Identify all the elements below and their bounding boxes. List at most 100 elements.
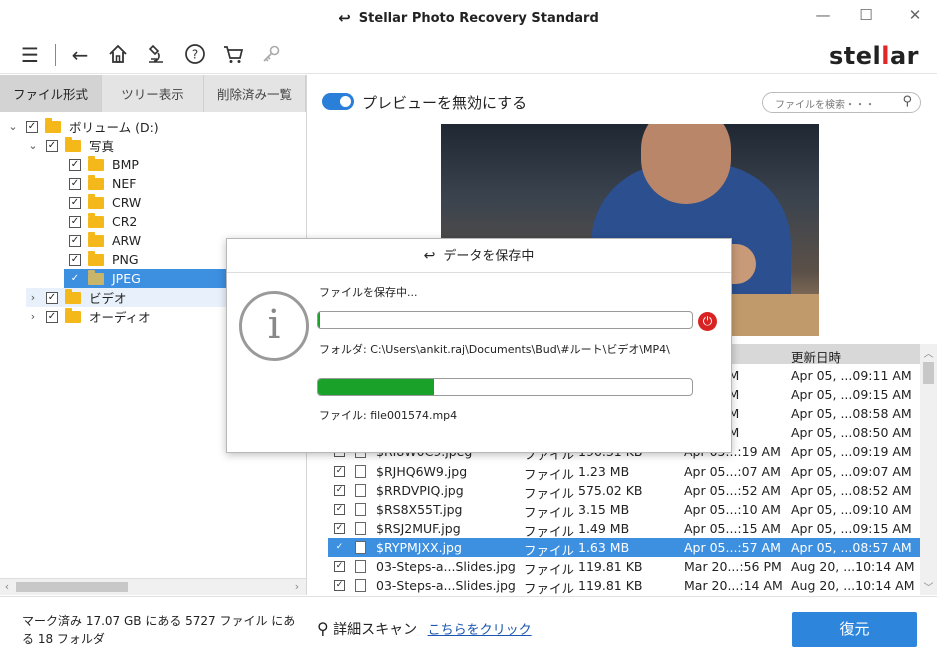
- tree-item-crw[interactable]: ✓ CRW: [69, 193, 141, 212]
- file-icon: [355, 521, 366, 535]
- tree-item-label: オーディオ: [89, 310, 151, 325]
- tree-item-video[interactable]: › ✓ ビデオ: [26, 288, 226, 307]
- window-title: ↩ Stellar Photo Recovery Standard: [0, 9, 937, 27]
- tab-deleted-list[interactable]: 削除済み一覧: [204, 75, 306, 112]
- cell-created: Apr 05...:07 AM: [684, 463, 781, 479]
- cell-size: 1.23 MB: [578, 463, 630, 479]
- deep-scan-link[interactable]: こちらをクリック: [428, 623, 532, 638]
- cell-size: 1.49 MB: [578, 520, 630, 536]
- cell-name: $RYPMJXX.jpg: [376, 539, 462, 555]
- table-row[interactable]: ✓ 03-Steps-a...Slides.jpg ファイル 119.81 KB Mar…: [328, 557, 921, 577]
- title-bar: ↩ Stellar Photo Recovery Standard — ☐ ✕: [0, 0, 937, 36]
- tree-item-cr2[interactable]: ✓ CR2: [69, 212, 137, 231]
- file-icon: [355, 540, 366, 554]
- key-icon[interactable]: [259, 43, 283, 67]
- home-icon[interactable]: [106, 43, 130, 67]
- checkbox[interactable]: ✓: [69, 196, 81, 209]
- status-bar: マーク済み 17.07 GB にある 5727 ファイル にある 18 フォルダ…: [0, 596, 937, 657]
- folder-icon: [88, 155, 104, 171]
- checkbox[interactable]: ✓: [46, 310, 58, 323]
- tree-item-label: ビデオ: [89, 291, 127, 306]
- table-row[interactable]: ✓ 03-Steps-a...Slides.jpg ファイル 119.81 KB Mar…: [328, 576, 921, 595]
- microscope-icon[interactable]: [144, 43, 168, 67]
- table-row[interactable]: ✓ $RRDVPIQ.jpg ファイル 575.02 KB Apr 05...:52 A…: [328, 481, 921, 501]
- menu-icon[interactable]: ☰: [18, 43, 42, 67]
- app-logo-icon: ↩: [338, 9, 351, 27]
- row-checkbox[interactable]: ✓: [334, 580, 345, 592]
- cart-icon[interactable]: [221, 43, 245, 67]
- table-row[interactable]: ✓ $RS8X55T.jpg ファイル 3.15 MB Apr 05...:10 AM A…: [328, 500, 921, 520]
- tree-item-label: 写真: [89, 139, 115, 154]
- minimize-button[interactable]: —: [808, 6, 838, 24]
- collapse-icon[interactable]: ⌄: [6, 120, 20, 133]
- tree-item-label: BMP: [112, 157, 139, 172]
- scroll-down-icon[interactable]: ﹀: [920, 579, 937, 594]
- deep-scan: ⚲ 詳細スキャン こちらをクリック: [317, 619, 532, 639]
- tab-file-type[interactable]: ファイル形式: [0, 75, 102, 112]
- row-checkbox[interactable]: ✓: [334, 541, 345, 553]
- cell-name: $RRDVPIQ.jpg: [376, 482, 464, 498]
- stop-icon[interactable]: ⏻: [698, 312, 717, 331]
- tree-item-volume[interactable]: ⌄ ✓ ボリューム (D:): [6, 117, 159, 136]
- row-checkbox[interactable]: ✓: [334, 484, 345, 496]
- checkbox[interactable]: ✓: [26, 120, 38, 133]
- cell-modified: Apr 05, ...08:58 AM: [791, 406, 912, 422]
- search-input[interactable]: ファイルを検索・・・ ⚲: [762, 92, 921, 113]
- folder-icon: [45, 117, 61, 133]
- row-checkbox[interactable]: ✓: [334, 503, 345, 515]
- help-icon[interactable]: ?: [183, 43, 207, 67]
- scroll-up-icon[interactable]: ︿: [920, 345, 937, 360]
- tree-item-arw[interactable]: ✓ ARW: [69, 231, 141, 250]
- checkbox[interactable]: ✓: [69, 272, 81, 285]
- back-icon[interactable]: ←: [68, 43, 92, 67]
- scroll-thumb[interactable]: [923, 362, 934, 384]
- recover-button[interactable]: 復元: [792, 612, 917, 647]
- column-modified[interactable]: 更新日時: [791, 347, 841, 366]
- close-button[interactable]: ✕: [900, 6, 930, 24]
- deep-scan-label: 詳細スキャン: [333, 622, 418, 638]
- folder-icon: [88, 212, 104, 228]
- expand-icon[interactable]: ›: [26, 291, 40, 304]
- table-row[interactable]: ✓ $RJHQ6W9.jpg ファイル 1.23 MB Apr 05...:07 AM A…: [328, 462, 921, 482]
- tree-item-jpeg[interactable]: ✓ JPEG: [64, 269, 226, 288]
- table-row[interactable]: ✓ $RSJ2MUF.jpg ファイル 1.49 MB Apr 05...:15 AM A…: [328, 519, 921, 539]
- vertical-scrollbar[interactable]: ︿ ﹀: [920, 344, 937, 595]
- tree-item-photos[interactable]: ⌄ ✓ 写真: [26, 136, 114, 155]
- scroll-thumb[interactable]: [16, 582, 128, 592]
- cell-size: 3.15 MB: [578, 501, 630, 517]
- checkbox[interactable]: ✓: [46, 291, 58, 304]
- cell-modified: Apr 05, ...09:15 AM: [791, 520, 912, 536]
- tab-tree-view[interactable]: ツリー表示: [102, 75, 204, 112]
- row-checkbox[interactable]: ✓: [334, 465, 345, 477]
- folder-icon: [88, 193, 104, 209]
- tree-item-png[interactable]: ✓ PNG: [69, 250, 139, 269]
- tree-item-label: ARW: [112, 233, 142, 248]
- checkbox[interactable]: ✓: [69, 177, 81, 190]
- table-row[interactable]: ✓ $RYPMJXX.jpg ファイル 1.63 MB Apr 05...:57 AM A…: [328, 537, 921, 558]
- checkbox[interactable]: ✓: [69, 215, 81, 228]
- checkbox[interactable]: ✓: [69, 158, 81, 171]
- collapse-icon[interactable]: ⌄: [26, 139, 40, 152]
- checkbox[interactable]: ✓: [69, 234, 81, 247]
- cell-size: 1.63 MB: [578, 539, 630, 555]
- preview-toggle[interactable]: [322, 93, 354, 110]
- cell-modified: Apr 05, ...09:19 AM: [791, 444, 912, 460]
- cell-created: Mar 20...:56 PM: [684, 559, 782, 574]
- tree-item-nef[interactable]: ✓ NEF: [69, 174, 136, 193]
- checkbox[interactable]: ✓: [46, 139, 58, 152]
- saving-status: ファイルを保存中...: [319, 286, 418, 299]
- tree-item-audio[interactable]: › ✓ オーディオ: [26, 307, 151, 326]
- search-icon[interactable]: ⚲: [902, 94, 912, 109]
- scroll-left-icon[interactable]: ‹: [0, 579, 14, 595]
- folder-icon: [65, 288, 81, 304]
- tree-item-bmp[interactable]: ✓ BMP: [69, 155, 139, 174]
- maximize-button[interactable]: ☐: [851, 6, 881, 24]
- brand-accent: l: [881, 42, 890, 70]
- checkbox[interactable]: ✓: [69, 253, 81, 266]
- scroll-right-icon[interactable]: ›: [290, 579, 304, 595]
- horizontal-scrollbar[interactable]: ‹ ›: [0, 578, 306, 595]
- cell-type: ファイル: [524, 581, 575, 595]
- expand-icon[interactable]: ›: [26, 310, 40, 323]
- row-checkbox[interactable]: ✓: [334, 522, 345, 534]
- row-checkbox[interactable]: ✓: [334, 561, 345, 572]
